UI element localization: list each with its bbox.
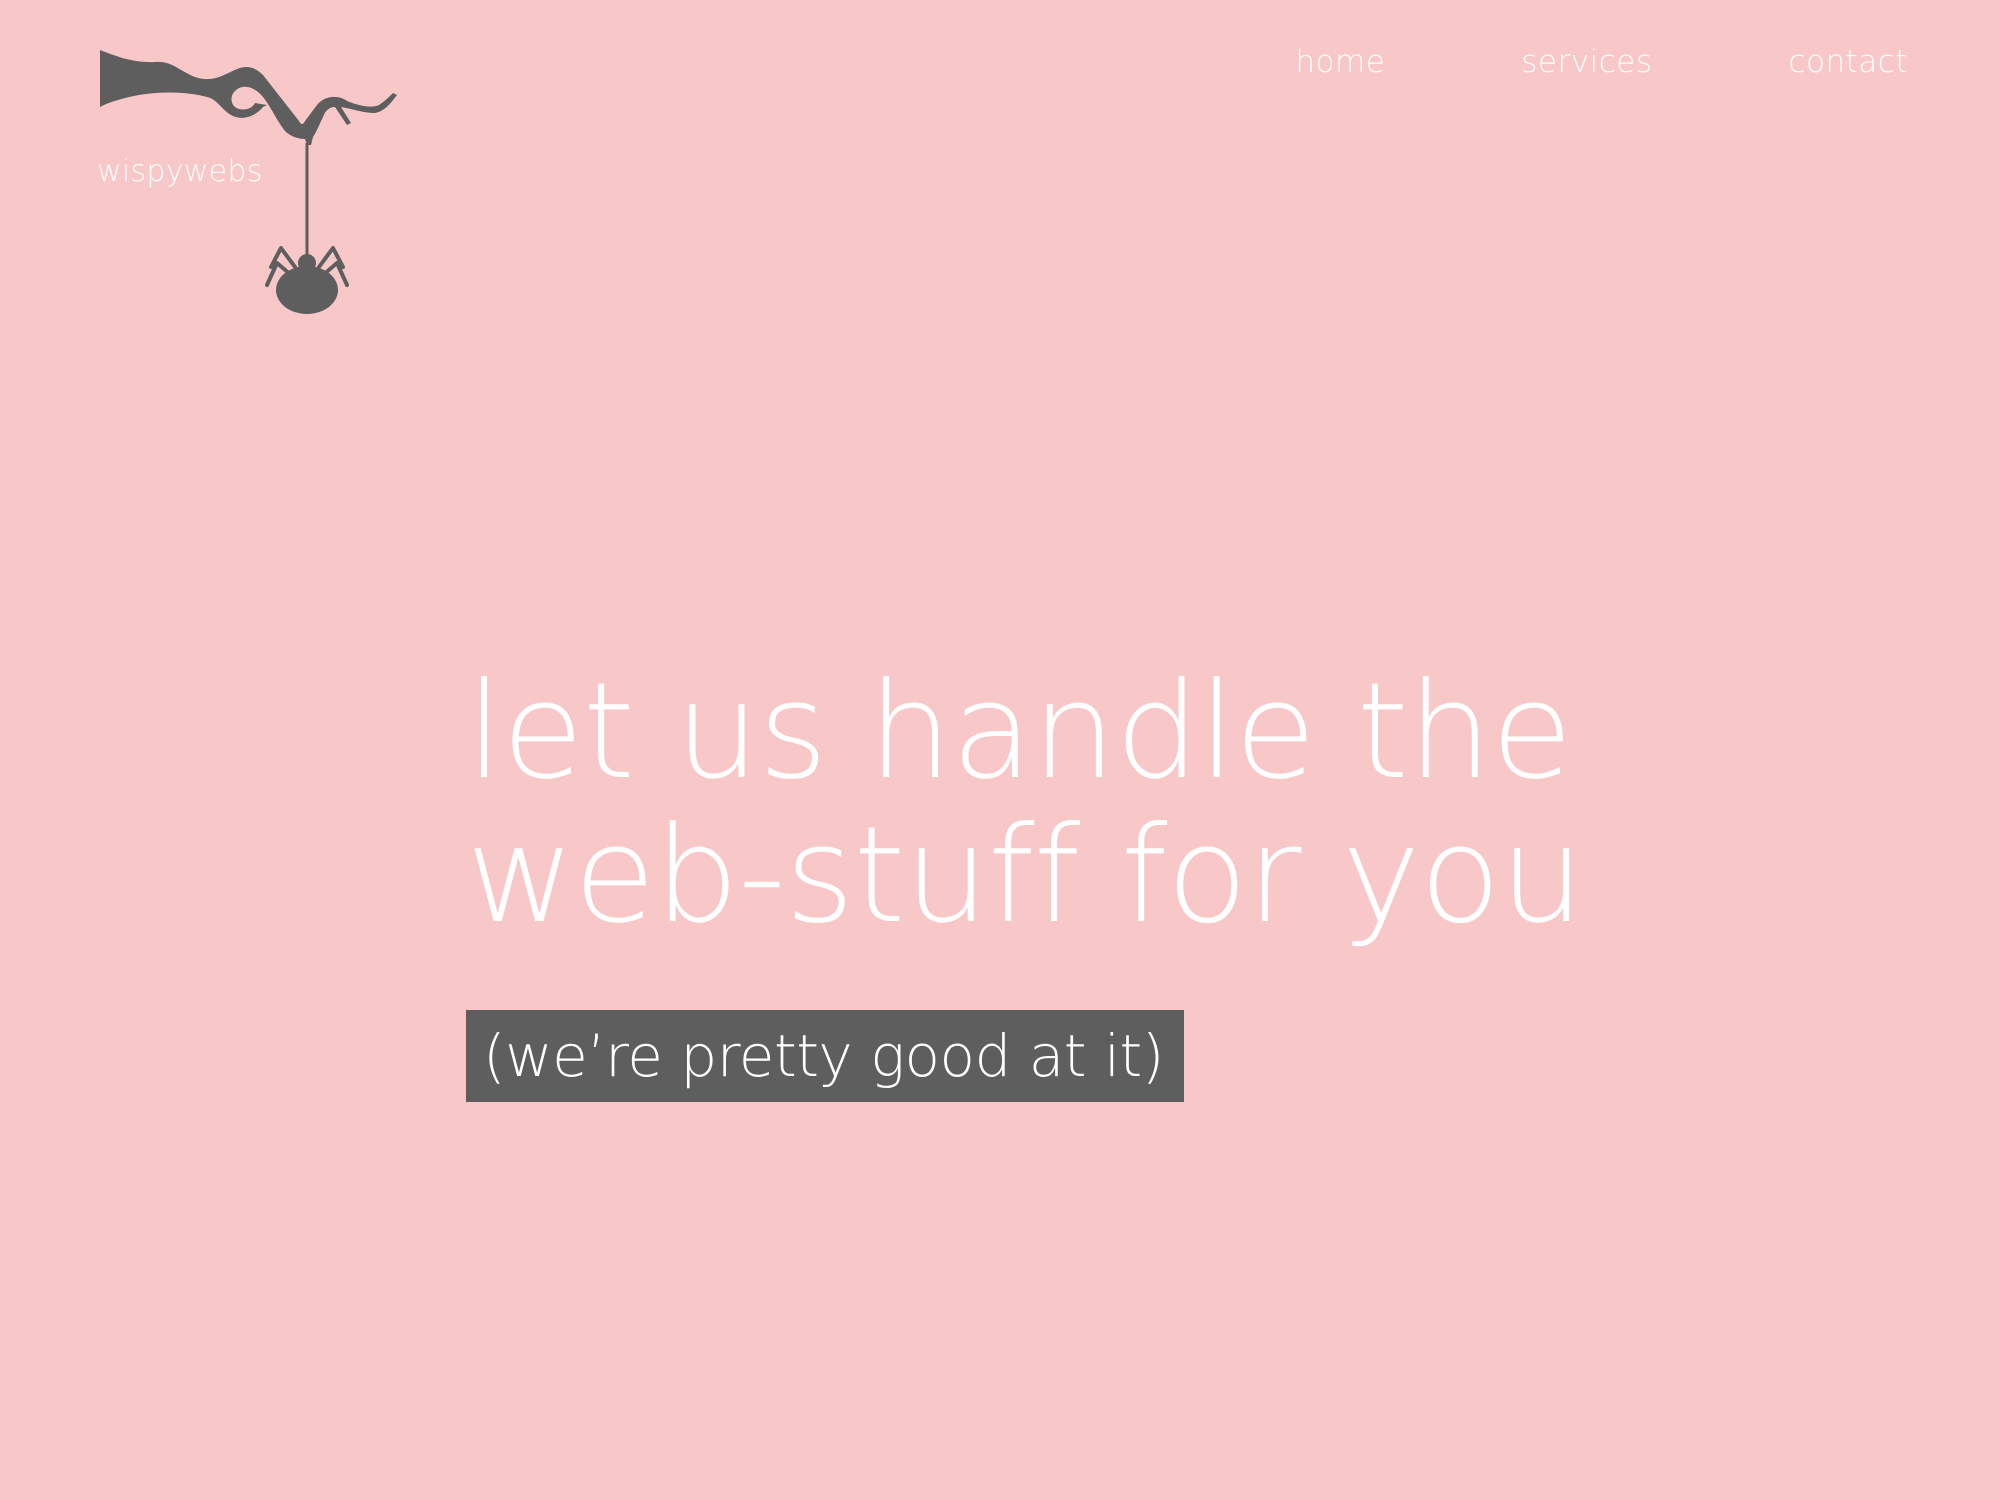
nav-services-link[interactable]: services [1521,45,1652,79]
hero-heading: let us handle the web-stuff for you [466,660,1626,948]
nav-contact-link[interactable]: contact [1788,45,1908,79]
logo-link[interactable]: wispywebs [95,45,445,325]
page: wispywebs home services contact let us h… [0,0,2000,1500]
hero-heading-line-2: web-stuff for you [466,799,1584,953]
hero-subheading: (we’re pretty good at it) [466,1010,1184,1102]
nav-home-link[interactable]: home [1295,45,1385,79]
hero-heading-line-1: let us handle the [466,655,1573,809]
hero-section: let us handle the web-stuff for you (we’… [466,660,1626,1102]
brand-name: wispywebs [97,154,263,189]
main-nav: home services contact [1295,45,1908,79]
